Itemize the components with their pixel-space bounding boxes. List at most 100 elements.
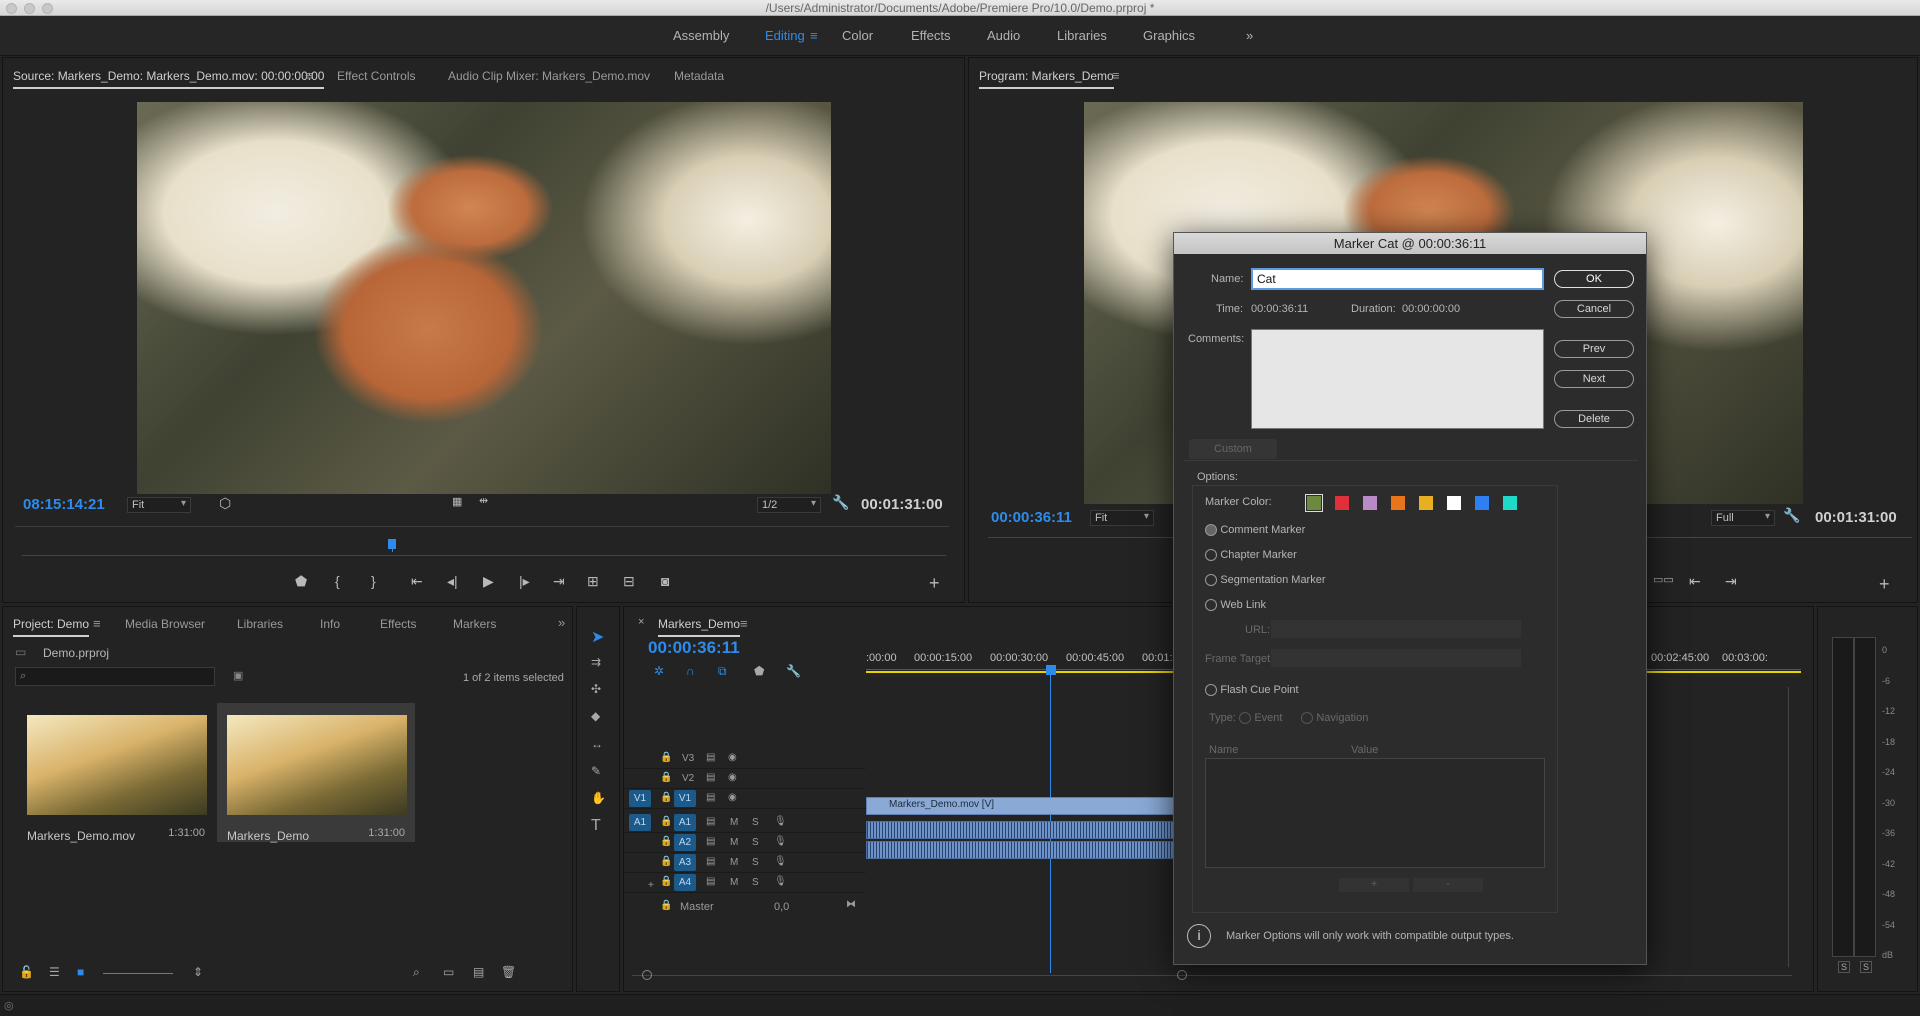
prev-button[interactable]: Prev [1554,340,1634,358]
razor-tool-icon[interactable]: ◆ [591,709,600,723]
mark-in-icon[interactable]: { [335,573,340,589]
program-fit-dropdown[interactable]: Fit [1090,510,1154,526]
solo-right-button[interactable]: S [1860,961,1872,973]
lock-icon[interactable]: 🔒 [660,900,672,911]
timeline-vertical-scrollbar[interactable] [1788,687,1789,967]
workspace-graphics[interactable]: Graphics [1143,28,1195,43]
ok-button[interactable]: OK [1554,270,1634,288]
tab-markers[interactable]: Markers [453,617,496,631]
name-column-header[interactable]: Name [1209,744,1238,756]
panel-menu-icon[interactable]: ≡ [305,68,313,83]
workspace-color[interactable]: Color [842,28,873,43]
audio-clip-a2[interactable] [866,841,1196,859]
comments-textarea[interactable] [1251,329,1544,429]
lock-icon[interactable]: 🔒 [660,772,672,783]
background-render-icon[interactable]: ◎ [4,999,14,1012]
tab-metadata[interactable]: Metadata [674,69,724,83]
web-link-option[interactable]: Web Link [1205,597,1266,611]
new-item-icon[interactable]: ▤ [473,965,484,979]
tab-audio-clip-mixer[interactable]: Audio Clip Mixer: Markers_Demo.mov [448,69,650,83]
sync-lock-icon[interactable]: ▤ [706,772,715,783]
next-button[interactable]: Next [1554,370,1634,388]
marker-color-swatch[interactable] [1418,495,1434,511]
solo-button[interactable]: S [752,817,759,828]
list-view-icon[interactable]: ☰ [49,965,60,979]
mic-icon[interactable]: 🎙 [774,816,787,827]
type-tool-icon[interactable]: T [591,817,601,835]
project-item-selected[interactable]: Markers_Demo 1:31:00 [217,703,415,843]
url-input[interactable] [1271,620,1521,638]
timeline-settings-icon[interactable]: 🔧 [786,664,801,678]
find-icon[interactable]: ⌕ [413,965,420,980]
insert-icon[interactable]: ⊞ [587,573,599,590]
sync-lock-icon[interactable]: ▤ [706,752,715,763]
workspace-menu-icon[interactable]: ≡ [810,28,818,43]
ripple-edit-tool-icon[interactable]: ✣ [591,682,601,696]
play-icon[interactable]: ▶ [483,573,494,590]
linked-selection-icon[interactable]: ⧉ [718,664,727,679]
track-target-a2[interactable]: A2 [674,834,696,851]
drag-audio-icon[interactable]: ⇹ [479,494,488,507]
lock-icon[interactable]: 🔒 [660,752,672,763]
project-item[interactable]: Markers_Demo.mov 1:31:00 [17,703,215,843]
slip-tool-icon[interactable]: ↔ [591,737,603,751]
mic-icon[interactable]: 🎙 [774,836,787,847]
source-patch-a1[interactable]: A1 [629,814,651,831]
add-marker-icon[interactable]: ⬟ [754,664,764,678]
nest-icon[interactable]: ✲ [654,664,664,678]
minimize-window-button[interactable] [24,3,35,14]
export-frame-icon[interactable]: ◙ [661,573,669,589]
lock-icon[interactable]: 🔒 [660,816,672,827]
workspace-libraries[interactable]: Libraries [1057,28,1107,43]
marker-color-swatch[interactable] [1305,494,1323,512]
radio[interactable] [1205,573,1217,586]
zoom-slider[interactable] [103,973,173,974]
value-column-header[interactable]: Value [1351,744,1378,756]
radio[interactable] [1205,598,1217,611]
track-target-a3[interactable]: A3 [674,854,696,871]
source-resolution-dropdown[interactable]: 1/2 [757,497,821,513]
marker-color-swatch[interactable] [1390,495,1406,511]
lift-icon[interactable]: ⇤ [1689,573,1701,590]
eye-icon[interactable]: ◉ [728,792,737,803]
solo-button[interactable]: S [752,877,759,888]
program-resolution-dropdown[interactable]: Full [1711,510,1775,526]
marker-icon[interactable]: ⬟ [295,573,307,590]
audio-clip-a1[interactable] [866,821,1196,839]
step-back-icon[interactable]: ◂| [447,573,458,590]
remove-cue-button[interactable]: - [1413,878,1483,892]
tab-effect-controls[interactable]: Effect Controls [337,69,415,83]
tab-info[interactable]: Info [320,617,340,631]
sync-lock-icon[interactable]: ▤ [706,816,715,827]
sort-icon[interactable]: ⇕ [193,965,203,979]
tab-libraries[interactable]: Libraries [237,617,283,631]
close-window-button[interactable] [6,3,17,14]
program-wrench-icon[interactable]: 🔧 [1783,507,1800,524]
frame-target-input[interactable] [1271,649,1521,667]
new-bin-from-search-icon[interactable]: ▣ [233,669,243,682]
drag-video-icon[interactable]: ▦ [452,495,462,508]
cue-points-table[interactable] [1205,758,1545,868]
tab-project[interactable]: Project: Demo [13,617,90,637]
sync-lock-icon[interactable]: ▤ [706,792,715,803]
tab-sequence[interactable]: Markers_Demo [658,617,741,637]
solo-button[interactable]: S [752,857,759,868]
project-menu-icon[interactable]: ≡ [93,616,101,631]
source-playhead-timecode[interactable]: 08:15:14:21 [23,496,105,513]
sync-lock-icon[interactable]: ▤ [706,856,715,867]
track-target-v1[interactable]: V1 [674,790,696,807]
marker-name-input[interactable]: Cat [1251,268,1544,290]
lock-icon[interactable]: 🔒 [660,792,672,803]
custom-tab[interactable]: Custom [1189,439,1277,459]
mark-out-icon[interactable]: } [371,573,376,589]
workspace-effects[interactable]: Effects [911,28,951,43]
marker-color-swatch[interactable] [1362,495,1378,511]
timeline-playhead[interactable] [1046,665,1056,675]
source-patch-v1[interactable]: V1 [629,790,651,807]
program-playhead-timecode[interactable]: 00:00:36:11 [991,509,1072,526]
source-time-ruler[interactable] [15,526,949,540]
radio[interactable] [1205,548,1217,561]
radio[interactable] [1205,683,1217,696]
lock-icon[interactable]: 🔒 [660,836,672,847]
track-label[interactable]: V3 [682,753,694,764]
